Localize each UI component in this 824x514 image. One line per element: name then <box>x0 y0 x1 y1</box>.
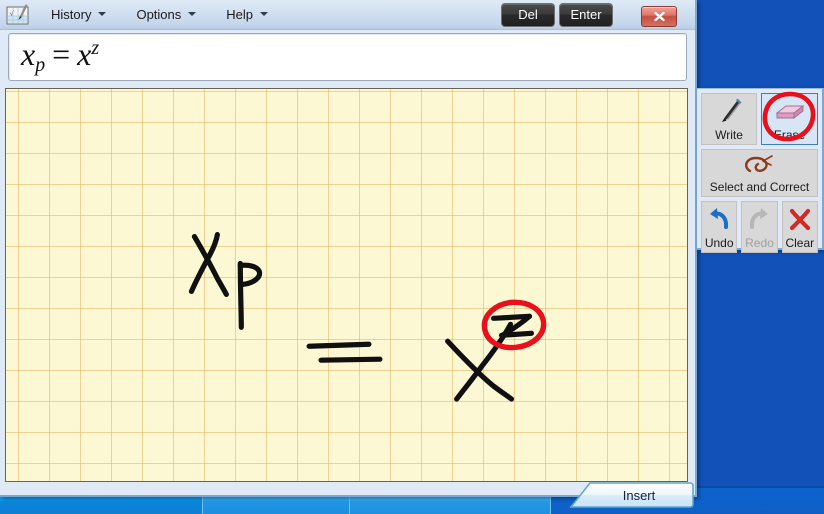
redo-label: Redo <box>745 235 774 250</box>
redo-button: Redo <box>741 201 778 253</box>
tool-row-primary: Write Erase <box>701 93 818 145</box>
tool-panel: Write Erase Select and Correct Undo Redo… <box>697 88 824 253</box>
math-input-panel-icon: √ <box>6 3 30 26</box>
write-tool-button[interactable]: Write <box>701 93 758 145</box>
insert-button[interactable]: Insert <box>568 482 694 508</box>
insert-button-wrapper: Insert <box>568 482 694 508</box>
menu-item-label: Options <box>136 6 182 22</box>
select-and-correct-label: Select and Correct <box>709 179 810 194</box>
ink-canvas[interactable] <box>5 88 688 482</box>
erase-tool-label: Erase <box>773 127 806 142</box>
menu-item-history[interactable]: History <box>42 4 115 26</box>
menu-item-help[interactable]: Help <box>217 4 277 26</box>
preview-superscript: z <box>91 37 100 60</box>
menu-item-label: Help <box>226 6 254 22</box>
command-button-group: Del Enter <box>501 3 613 27</box>
menu-bar: √ History Options Help Del Enter <box>0 0 695 30</box>
clear-button[interactable]: Clear <box>781 201 818 253</box>
menu-item-label: History <box>51 6 92 22</box>
undo-label: Undo <box>704 235 734 250</box>
select-and-correct-button[interactable]: Select and Correct <box>701 149 818 197</box>
equation-preview-text: xp = xz <box>21 38 99 76</box>
lasso-icon <box>702 150 817 181</box>
clear-label: Clear <box>785 235 815 250</box>
math-input-panel-window: √ History Options Help Del Enter xp = xz… <box>0 0 697 508</box>
close-icon <box>653 11 665 22</box>
chevron-down-icon <box>98 12 107 16</box>
preview-base-2: x <box>77 36 92 73</box>
enter-button[interactable]: Enter <box>559 3 613 27</box>
close-button[interactable] <box>641 6 677 27</box>
handwritten-ink-strokes <box>188 231 547 402</box>
write-tool-label: Write <box>715 127 743 142</box>
redo-arrow-icon <box>742 202 776 237</box>
red-x-icon <box>783 202 817 237</box>
undo-arrow-icon <box>702 202 736 237</box>
tool-row-actions: Undo Redo Clear <box>701 201 818 253</box>
svg-text:√: √ <box>10 10 15 18</box>
pen-icon <box>702 94 756 129</box>
chevron-down-icon <box>188 12 197 16</box>
preview-equals: = <box>52 36 71 73</box>
equation-preview-box[interactable]: xp = xz <box>8 33 687 81</box>
erase-tool-button[interactable]: Erase <box>761 93 818 145</box>
del-button[interactable]: Del <box>501 3 555 27</box>
chevron-down-icon <box>260 12 269 16</box>
tool-row-select: Select and Correct <box>701 149 818 197</box>
eraser-icon <box>762 94 817 129</box>
undo-button[interactable]: Undo <box>701 201 738 253</box>
preview-base-1: x <box>21 36 36 73</box>
preview-subscript: p <box>35 54 46 77</box>
menu-item-options[interactable]: Options <box>127 4 205 26</box>
